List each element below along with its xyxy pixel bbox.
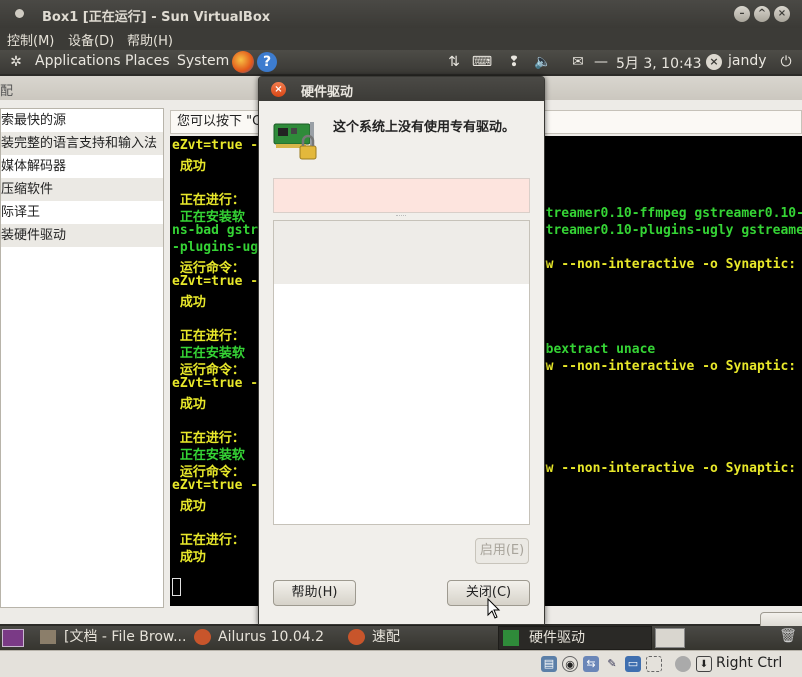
terminal-line: 成功 xyxy=(172,397,206,412)
terminal-line: eZvt=true - xyxy=(172,376,259,391)
menu-devices[interactable]: 设备(D) xyxy=(68,30,114,49)
close-icon[interactable]: × xyxy=(271,82,286,97)
volume-icon[interactable]: 🔈 xyxy=(533,52,553,72)
firefox-icon[interactable] xyxy=(232,51,254,73)
virtualbox-menubar: 控制(M) 设备(D) 帮助(H) xyxy=(0,28,802,50)
menu-help[interactable]: 帮助(H) xyxy=(127,30,173,49)
help-button[interactable]: 帮助(H) xyxy=(273,580,356,606)
terminal-line: now --non-interactive -o Synaptic: xyxy=(530,257,797,272)
window-menu-icon[interactable] xyxy=(15,9,24,18)
clock[interactable]: 5月 3, 10:43 xyxy=(616,53,702,73)
virtualbox-titlebar[interactable]: Box1 [正在运行] - Sun VirtualBox – ^ × xyxy=(0,0,802,28)
hardware-card-icon xyxy=(273,122,317,160)
terminal-line: cabextract unace xyxy=(530,342,656,357)
task-list: 索最快的源 装完整的语言支持和输入法 媒体解码器 压缩软件 际译王 装硬件驱动 xyxy=(0,108,164,608)
help-icon[interactable]: ? xyxy=(257,52,277,72)
show-desktop-icon[interactable] xyxy=(2,629,24,647)
terminal-line: gstreamer0.10-ffmpeg gstreamer0.10- xyxy=(530,206,802,221)
terminal-line: 成功 xyxy=(172,550,206,565)
usb-icon[interactable]: ✎ xyxy=(604,656,620,672)
trash-icon[interactable]: 🗑 xyxy=(779,628,797,648)
taskbar-item-hardware-drivers[interactable]: 硬件驱动 xyxy=(498,626,652,650)
terminal-line: now --non-interactive -o Synaptic: xyxy=(530,461,797,476)
taskbar-item-file-browser[interactable]: [文档 - File Brow... xyxy=(36,626,186,650)
list-item[interactable]: 装硬件驱动 xyxy=(1,224,163,247)
status-offline-icon[interactable]: × xyxy=(706,54,722,70)
separator-icon: — xyxy=(594,54,608,70)
window-title: Box1 [正在运行] - Sun VirtualBox xyxy=(42,10,271,25)
folder-icon xyxy=(40,630,56,644)
mouse-integration-icon[interactable] xyxy=(675,656,691,672)
bottom-taskbar: [文档 - File Brow... Ailurus 10.04.2 速配 硬件… xyxy=(0,626,802,650)
info-bar xyxy=(273,178,530,213)
menu-control[interactable]: 控制(M) xyxy=(7,30,54,49)
host-key-icon: ⬇ xyxy=(696,656,712,672)
dialog-message: 这个系统上没有使用专有驱动。 xyxy=(333,120,516,135)
host-key-label: Right Ctrl xyxy=(716,655,783,671)
list-item[interactable]: 媒体解码器 xyxy=(1,155,163,178)
background-window-title: 配 xyxy=(0,84,14,99)
ailurus-icon xyxy=(194,629,211,645)
cd-icon[interactable]: ◉ xyxy=(562,656,578,672)
taskbar-item-suopei[interactable]: 速配 xyxy=(344,626,494,650)
shared-folder-icon[interactable]: ▭ xyxy=(625,656,641,672)
terminal-line: -plugins-ug xyxy=(172,240,259,255)
system-menu[interactable]: System xyxy=(177,53,229,69)
list-item[interactable]: 压缩软件 xyxy=(1,178,163,201)
list-item[interactable]: 索最快的源 xyxy=(1,109,163,132)
virtualbox-statusbar: ▤ ◉ ⇆ ✎ ▭ ⬇ Right Ctrl xyxy=(0,650,802,677)
dialog-title: 硬件驱动 xyxy=(301,85,354,100)
driver-list-selection[interactable] xyxy=(274,221,529,284)
terminal-line: gstreamer0.10-plugins-ugly gstreame xyxy=(530,223,802,238)
applications-menu[interactable]: Applications xyxy=(35,53,121,69)
terminal-line: eZvt=true - xyxy=(172,138,259,153)
workspace-switcher[interactable] xyxy=(655,628,685,648)
terminal-line: now --non-interactive -o Synaptic: xyxy=(530,359,797,374)
places-menu[interactable]: Places xyxy=(125,53,170,69)
enable-button[interactable]: 启用(E) xyxy=(475,538,529,564)
terminal-line: 成功 xyxy=(172,499,206,514)
power-icon[interactable]: ⏻ xyxy=(777,52,795,72)
ubuntu-logo-icon[interactable]: ✲ xyxy=(6,52,26,72)
network-icon[interactable]: ⇅ xyxy=(444,52,464,72)
keyboard-icon[interactable]: ⌨ xyxy=(471,52,493,72)
terminal-line: 成功 xyxy=(172,295,206,310)
list-item[interactable]: 际译王 xyxy=(1,201,163,224)
network-adapter-icon[interactable]: ⇆ xyxy=(583,656,599,672)
mail-icon[interactable]: ✉ xyxy=(567,52,589,72)
terminal-cursor xyxy=(172,578,181,596)
terminal-line: eZvt=true - xyxy=(172,274,259,289)
terminal-line: 成功 xyxy=(172,159,206,174)
maximize-icon[interactable]: ^ xyxy=(754,6,770,22)
terminal-line: eZvt=true - xyxy=(172,478,259,493)
pin-icon[interactable]: ❢ xyxy=(505,52,523,72)
seamless-icon[interactable] xyxy=(646,656,662,672)
dialog-titlebar[interactable]: × 硬件驱动 xyxy=(259,77,544,101)
hardware-card-icon xyxy=(503,630,519,646)
hard-disk-icon[interactable]: ▤ xyxy=(541,656,557,672)
top-panel: ✲ Applications Places System ? ⇅ ⌨ ❢ 🔈 ✉… xyxy=(0,50,802,74)
pane-resize-handle[interactable] xyxy=(396,215,406,218)
ailurus-icon xyxy=(348,629,365,645)
minimize-icon[interactable]: – xyxy=(734,6,750,22)
close-icon[interactable]: × xyxy=(774,6,790,22)
mouse-pointer-icon xyxy=(487,598,501,619)
taskbar-item-ailurus[interactable]: Ailurus 10.04.2 xyxy=(190,626,340,650)
username[interactable]: jandy xyxy=(728,53,767,69)
list-item[interactable]: 装完整的语言支持和输入法 xyxy=(1,132,163,155)
terminal-line: ns-bad gstr xyxy=(172,223,259,238)
